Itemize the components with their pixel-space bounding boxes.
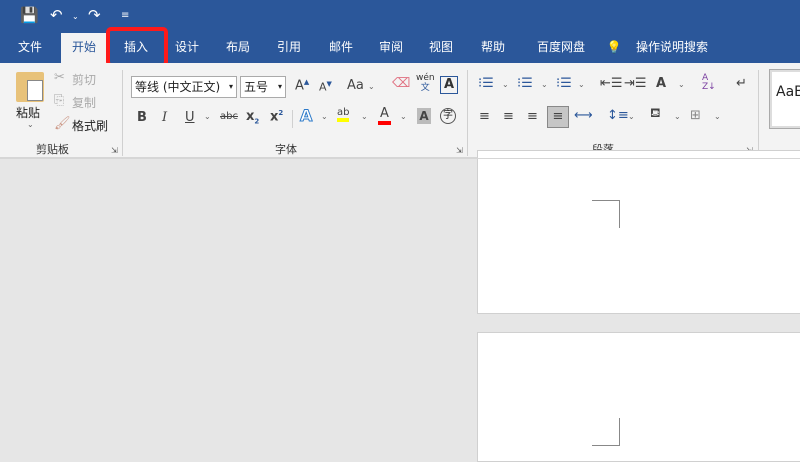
numbering-icon[interactable]: ⁝☰: [517, 76, 533, 91]
align-left-icon[interactable]: ≡: [479, 109, 490, 124]
font-color-icon[interactable]: A: [378, 106, 391, 125]
phonetic-top: wén: [416, 73, 435, 83]
align-center-icon[interactable]: ≡: [503, 109, 514, 124]
style-normal-preview[interactable]: AaB: [769, 69, 800, 129]
tab-design[interactable]: 设计: [166, 33, 208, 63]
highlight-color-icon[interactable]: ab: [337, 107, 350, 122]
document-page-2[interactable]: [477, 332, 800, 462]
tab-mailings[interactable]: 邮件: [320, 33, 362, 63]
font-launcher-icon[interactable]: ⇲: [456, 146, 463, 155]
tab-view[interactable]: 视图: [420, 33, 462, 63]
bullets-dropdown-icon[interactable]: ⌄: [502, 80, 509, 89]
tab-file[interactable]: 文件: [8, 33, 52, 63]
tell-me-search[interactable]: 操作说明搜索: [630, 33, 714, 63]
paste-button[interactable]: 粘贴: [16, 104, 40, 121]
margin-corner-mark: [592, 418, 620, 446]
chinese-layout-dropdown-icon[interactable]: ⌄: [678, 80, 685, 89]
ribbon-bottom-border: [0, 158, 800, 159]
bold-icon[interactable]: B: [137, 110, 147, 125]
italic-icon[interactable]: I: [162, 110, 167, 125]
undo-dropdown-icon[interactable]: ⌄: [72, 12, 79, 21]
show-formatting-marks-icon[interactable]: ↵: [736, 76, 747, 91]
format-painter-icon: 🖌: [54, 116, 71, 131]
font-color-dropdown-icon[interactable]: ⌄: [400, 112, 407, 121]
tab-help[interactable]: 帮助: [472, 33, 514, 63]
copy-button[interactable]: 复制: [72, 94, 96, 111]
bullets-icon[interactable]: ⁝☰: [478, 76, 494, 91]
distributed-icon[interactable]: ⟷: [574, 108, 593, 123]
style-preview-text: AaB: [776, 84, 800, 100]
cut-button[interactable]: 剪切: [72, 71, 96, 88]
tab-layout[interactable]: 布局: [218, 33, 258, 63]
save-icon[interactable]: 💾: [20, 6, 39, 24]
paste-icon[interactable]: [16, 72, 44, 102]
font-size-value: 五号: [244, 80, 269, 94]
document-page-1[interactable]: [477, 150, 800, 314]
line-spacing-icon[interactable]: ↕≡: [607, 108, 629, 123]
superscript-icon[interactable]: x2: [270, 109, 283, 124]
strikethrough-icon[interactable]: abc: [220, 111, 238, 122]
format-painter-button[interactable]: 格式刷: [72, 117, 108, 134]
margin-corner-mark: [592, 200, 620, 228]
sort-icon[interactable]: A Z↓: [702, 74, 716, 92]
tab-home[interactable]: 开始: [61, 33, 107, 63]
underline-icon[interactable]: U: [185, 110, 195, 125]
tab-references[interactable]: 引用: [268, 33, 310, 63]
grow-font-icon[interactable]: A▲: [295, 78, 309, 93]
increase-indent-icon[interactable]: ⇥☰: [624, 76, 647, 91]
clipboard-group-label: 剪贴板: [36, 143, 69, 156]
multilevel-list-icon[interactable]: ⁝☰: [556, 76, 572, 91]
justify-icon[interactable]: ≡: [547, 106, 569, 128]
font-size-select[interactable]: 五号 ▾: [240, 76, 286, 98]
redo-icon[interactable]: ↷: [88, 6, 101, 24]
font-name-select[interactable]: 等线 (中文正文) ▾: [131, 76, 237, 98]
divider: [292, 110, 293, 128]
text-effects-dropdown-icon[interactable]: ⌄: [321, 112, 328, 121]
decrease-indent-icon[interactable]: ⇤☰: [600, 76, 623, 91]
shrink-font-icon[interactable]: A▼: [319, 80, 332, 94]
chinese-layout-icon[interactable]: A: [656, 76, 666, 91]
copy-icon: ⎘: [54, 93, 65, 108]
font-name-value: 等线 (中文正文): [135, 80, 221, 94]
lightbulb-icon: 💡: [606, 40, 622, 54]
customize-icon[interactable]: ≡: [121, 10, 129, 21]
undo-icon[interactable]: ↶: [50, 6, 63, 24]
borders-icon[interactable]: ⊞: [690, 108, 701, 123]
clipboard-launcher-icon[interactable]: ⇲: [111, 146, 118, 155]
shading-icon[interactable]: ⛾: [650, 106, 661, 123]
divider: [122, 70, 123, 156]
align-right-icon[interactable]: ≡: [527, 109, 538, 124]
multilevel-dropdown-icon[interactable]: ⌄: [578, 80, 585, 89]
clear-formatting-icon[interactable]: ⌫: [392, 76, 410, 91]
phonetic-guide-icon[interactable]: wén 文: [416, 73, 435, 93]
highlight-dropdown-icon[interactable]: ⌄: [361, 112, 368, 121]
change-case-label: Aa: [347, 78, 364, 93]
enclose-characters-icon[interactable]: 字: [440, 108, 456, 124]
borders-dropdown-icon[interactable]: ⌄: [714, 112, 721, 121]
tab-baidu-netdisk[interactable]: 百度网盘: [526, 33, 596, 63]
shading-dropdown-icon[interactable]: ⌄: [674, 112, 681, 121]
character-border-icon[interactable]: A: [440, 76, 458, 94]
highlight-box: [106, 27, 168, 67]
font-group-label: 字体: [275, 143, 297, 156]
text-effects-icon[interactable]: A: [299, 106, 312, 126]
change-case-button[interactable]: Aa ⌄: [347, 78, 375, 93]
tab-review[interactable]: 审阅: [370, 33, 412, 63]
character-shading-icon[interactable]: A: [417, 108, 431, 124]
phonetic-bottom: 文: [420, 83, 430, 93]
paste-dropdown-icon[interactable]: ⌄: [27, 120, 34, 129]
divider: [758, 70, 759, 156]
cut-icon: ✂: [54, 70, 65, 85]
subscript-icon[interactable]: x2: [246, 109, 259, 126]
divider: [467, 70, 468, 156]
line-spacing-dropdown-icon[interactable]: ⌄: [628, 112, 635, 121]
numbering-dropdown-icon[interactable]: ⌄: [541, 80, 548, 89]
underline-dropdown-icon[interactable]: ⌄: [204, 112, 211, 121]
